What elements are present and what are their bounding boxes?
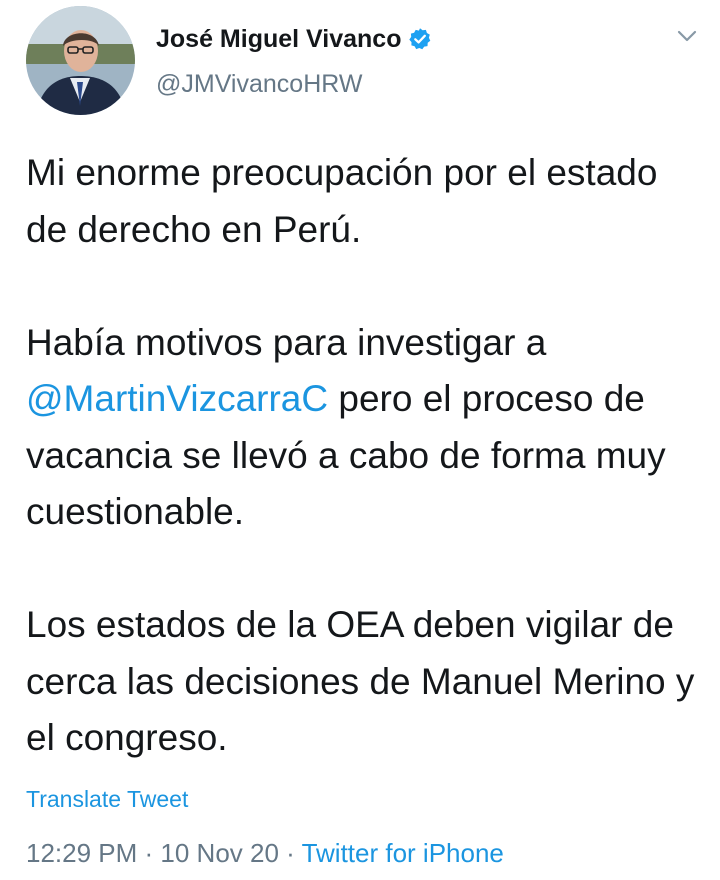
translate-tweet-link[interactable]: Translate Tweet bbox=[26, 786, 188, 813]
author-handle[interactable]: @JMVivancoHRW bbox=[156, 70, 362, 99]
tweet-paragraph-1: Mi enorme preocupación por el estado de … bbox=[26, 152, 658, 250]
mention-link[interactable]: @MartinVizcarraC bbox=[26, 378, 328, 419]
meta-separator: · bbox=[137, 838, 161, 868]
chevron-down-icon[interactable] bbox=[676, 28, 698, 44]
tweet-paragraph-2-before: Había motivos para investigar a bbox=[26, 321, 547, 363]
tweet-source-link[interactable]: Twitter for iPhone bbox=[302, 838, 504, 868]
tweet-time: 12:29 PM bbox=[26, 838, 138, 868]
author-name-row[interactable]: José Miguel Vivanco bbox=[156, 22, 432, 56]
profile-photo-icon bbox=[26, 6, 135, 115]
avatar[interactable] bbox=[26, 6, 135, 115]
tweet-paragraph-2: Había motivos para investigar a @MartinV… bbox=[26, 315, 706, 541]
tweet-paragraph-3: Los estados de la OEA deben vigilar de c… bbox=[26, 604, 695, 758]
meta-separator-2: · bbox=[278, 838, 302, 868]
display-name[interactable]: José Miguel Vivanco bbox=[156, 25, 401, 54]
tweet-text: Mi enorme preocupación por el estado de … bbox=[26, 145, 706, 767]
tweet-meta: 12:29 PM · 10 Nov 20 · Twitter for iPhon… bbox=[26, 838, 504, 869]
tweet-date[interactable]: 10 Nov 20 bbox=[160, 838, 279, 868]
verified-badge-icon bbox=[408, 27, 432, 51]
